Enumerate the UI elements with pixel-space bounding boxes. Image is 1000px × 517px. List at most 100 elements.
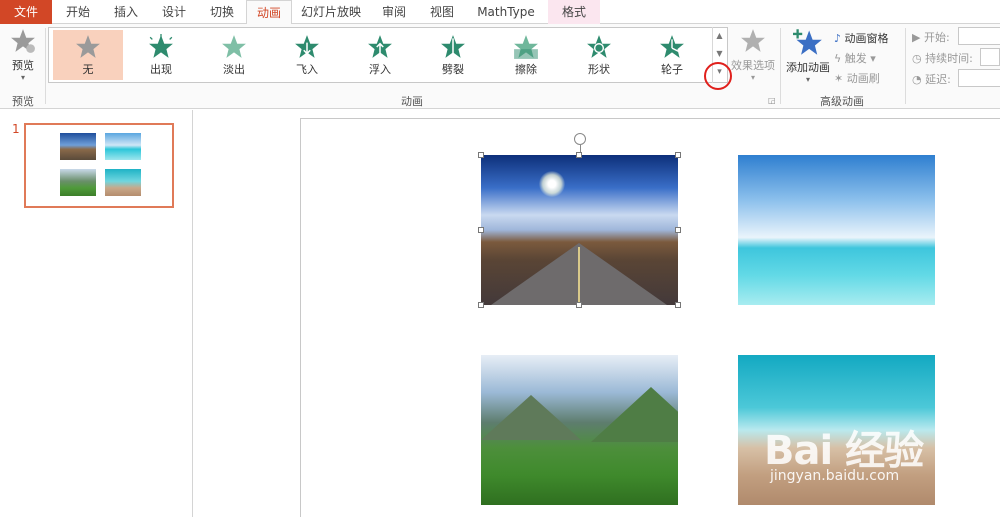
star-fly-in-icon: [295, 35, 319, 58]
rotate-handle-icon[interactable]: [574, 133, 586, 145]
tab-file[interactable]: 文件: [0, 0, 52, 24]
resize-handle[interactable]: [675, 152, 681, 158]
trigger-button[interactable]: ϟ 触发 ▾: [834, 50, 876, 66]
effect-options-star-icon: [741, 29, 765, 52]
animation-label: 无: [82, 63, 94, 76]
resize-handle[interactable]: [478, 302, 484, 308]
tab-home[interactable]: 开始: [56, 0, 100, 24]
star-wipe-icon: [514, 35, 538, 59]
resize-handle[interactable]: [576, 302, 582, 308]
tab-animations[interactable]: 动画: [246, 0, 292, 25]
start-select[interactable]: [958, 27, 1000, 45]
thumbnail-road-image: [60, 133, 96, 160]
ribbon-tab-bar: 文件 开始 插入 设计 切换 动画 幻灯片放映 审阅 视图 MathType 格…: [0, 0, 1000, 25]
star-appear-icon: [149, 34, 173, 58]
tab-design[interactable]: 设计: [152, 0, 196, 24]
animation-label: 擦除: [515, 63, 537, 76]
slide-thumbnail-pane: 1: [0, 110, 193, 517]
animation-label: 轮子: [661, 63, 683, 76]
divider: [905, 28, 906, 104]
thumbnail-beach-image: [105, 133, 141, 160]
preview-star-icon: [11, 29, 35, 53]
thumbnail-valley-image: [60, 169, 96, 196]
delay-row: ◔ 延迟:: [912, 71, 951, 87]
tab-view[interactable]: 视图: [420, 0, 464, 24]
valley-picture[interactable]: [481, 355, 678, 505]
preview-dropdown-icon: ▾: [20, 73, 25, 82]
star-none-icon: [76, 35, 100, 58]
slide-thumbnail-1[interactable]: [24, 123, 174, 208]
tab-transitions[interactable]: 切换: [200, 0, 244, 24]
animation-fade[interactable]: 淡出: [199, 30, 269, 80]
add-animation-button[interactable]: 添加动画 ▾: [784, 28, 832, 86]
effect-options-button[interactable]: 效果选项 ▾: [730, 28, 776, 84]
animation-gallery: 无 出现 淡出 飞入 浮入 劈裂 擦除 形状 轮子: [48, 27, 728, 83]
divider: [45, 28, 46, 104]
trigger-label: 触发: [844, 52, 867, 65]
advanced-group-label: 高级动画: [820, 95, 864, 108]
animation-label: 出现: [150, 63, 172, 76]
effect-options-label: 效果选项: [731, 59, 775, 72]
trigger-icon: ϟ: [834, 52, 842, 65]
sun-shape: [539, 171, 565, 197]
preview-label: 预览: [12, 59, 34, 72]
animation-painter-button[interactable]: ✶ 动画刷: [834, 70, 880, 86]
thumbnail-sand-image: [105, 169, 141, 196]
start-icon: ▶: [912, 31, 921, 44]
animation-shape[interactable]: 形状: [564, 30, 634, 80]
dialog-launcher-icon[interactable]: ◲: [768, 96, 776, 105]
add-animation-icon: [793, 29, 822, 55]
star-float-in-icon: [368, 35, 392, 58]
resize-handle[interactable]: [478, 152, 484, 158]
animation-label: 浮入: [369, 63, 391, 76]
animation-fly-in[interactable]: 飞入: [272, 30, 342, 80]
animation-pane-button[interactable]: ♪ 动画窗格: [834, 30, 889, 46]
preview-button[interactable]: 预览 ▾: [4, 28, 42, 84]
gallery-scroll-down-icon[interactable]: ▼: [713, 45, 726, 63]
duration-input[interactable]: [980, 48, 1000, 66]
gallery-scroll-up-icon[interactable]: ▲: [713, 27, 726, 45]
slide-editing-area: Bai 经验 jingyan.baidu.com: [194, 110, 1000, 517]
animation-split[interactable]: 劈裂: [418, 30, 488, 80]
trigger-dropdown-icon: ▾: [870, 52, 876, 65]
start-row: ▶ 开始:: [912, 29, 950, 45]
road-picture[interactable]: [481, 155, 678, 305]
tab-format[interactable]: 格式: [548, 0, 600, 24]
beach-picture[interactable]: [738, 155, 935, 305]
animation-wheel[interactable]: 轮子: [637, 30, 707, 80]
animation-float-in[interactable]: 浮入: [345, 30, 415, 80]
animation-label: 劈裂: [442, 63, 464, 76]
road-centerline: [578, 247, 580, 305]
ribbon-body: 预览 ▾ 预览 无 出现 淡出 飞入 浮入 劈裂 擦除 形状 轮子 ▲ ▼ ▾ …: [0, 24, 1000, 109]
animation-label: 飞入: [296, 63, 318, 76]
tab-slideshow[interactable]: 幻灯片放映: [296, 0, 366, 24]
animation-wipe[interactable]: 擦除: [491, 30, 561, 80]
tab-review[interactable]: 审阅: [372, 0, 416, 24]
delay-input[interactable]: [958, 69, 1000, 87]
effect-options-dropdown-icon: ▾: [750, 73, 755, 82]
delay-clock-icon: ◔: [912, 73, 922, 86]
mountain-left-shape: [481, 395, 581, 440]
resize-handle[interactable]: [675, 302, 681, 308]
resize-handle[interactable]: [675, 227, 681, 233]
highlight-circle: [704, 62, 732, 90]
slide-number: 1: [12, 122, 20, 136]
animation-appear[interactable]: 出现: [126, 30, 196, 80]
star-wheel-icon: [660, 35, 684, 58]
animation-none[interactable]: 无: [53, 30, 123, 80]
preview-group-label: 预览: [12, 95, 34, 108]
powerpoint-window: 文件 开始 插入 设计 切换 动画 幻灯片放映 审阅 视图 MathType 格…: [0, 0, 1000, 517]
start-label: 开始:: [923, 31, 950, 44]
animation-group-label: 动画: [401, 95, 423, 108]
tab-mathtype[interactable]: MathType: [472, 0, 540, 24]
animation-label: 形状: [588, 63, 610, 76]
add-animation-label: 添加动画: [786, 61, 830, 74]
baidu-watermark: Bai 经验 jingyan.baidu.com: [760, 400, 1000, 500]
mountain-right-shape: [591, 387, 678, 442]
resize-handle[interactable]: [478, 227, 484, 233]
add-animation-dropdown-icon: ▾: [805, 75, 810, 84]
tab-insert[interactable]: 插入: [104, 0, 148, 24]
resize-handle[interactable]: [576, 152, 582, 158]
star-shape-icon: [587, 35, 611, 58]
star-split-icon: [441, 35, 465, 58]
